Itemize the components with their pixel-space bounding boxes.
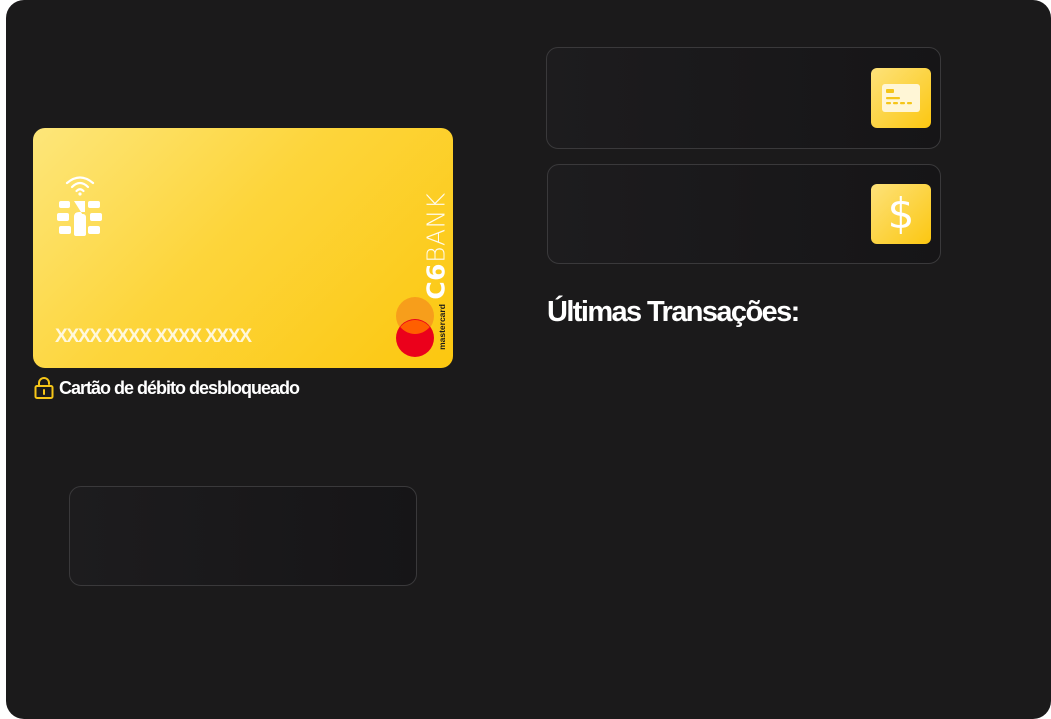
mastercard-logo-icon [396, 297, 434, 357]
mastercard-label: mastercard [437, 304, 447, 350]
brand-name: BANK [421, 192, 451, 263]
app-window: C6BANK XXXX XXXX XXXX XXXX mastercard Ca… [6, 0, 1051, 719]
unlocked-padlock-icon [34, 377, 54, 399]
balance-panel[interactable]: $ [547, 164, 941, 264]
brand-logo: C6 [421, 262, 451, 300]
transactions-title: Últimas Transações: [547, 296, 800, 328]
card-status: Cartão de débito desbloqueado [34, 377, 300, 399]
card-summary-panel[interactable] [546, 47, 941, 149]
card-brand: C6BANK [422, 192, 451, 299]
credit-card-icon [882, 84, 920, 112]
card-number: XXXX XXXX XXXX XXXX [55, 326, 252, 347]
card-status-label: Cartão de débito desbloqueado [59, 377, 300, 398]
money-tile[interactable]: $ [871, 184, 931, 244]
contactless-icon [65, 176, 95, 196]
info-panel[interactable] [69, 486, 417, 586]
chip-icon [57, 201, 102, 236]
dollar-icon: $ [887, 189, 915, 238]
debit-card[interactable]: C6BANK XXXX XXXX XXXX XXXX mastercard [33, 128, 453, 368]
card-tile[interactable] [871, 68, 931, 128]
